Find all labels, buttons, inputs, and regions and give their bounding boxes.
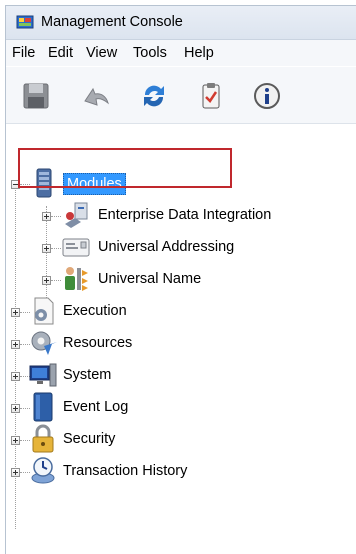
tree-node-resources[interactable]: Resources xyxy=(6,328,306,360)
tree-connector xyxy=(51,248,61,249)
app-window: Management Console File Edit View Tools … xyxy=(5,5,356,554)
tree-node-universal-name[interactable]: Universal Name xyxy=(6,264,346,296)
execution-icon xyxy=(34,297,54,325)
expand-icon[interactable] xyxy=(11,308,20,317)
expand-icon[interactable] xyxy=(11,436,20,445)
clipboard-icon[interactable] xyxy=(196,81,226,111)
info-icon[interactable] xyxy=(252,81,282,111)
navigation-tree: Modules Enterprise Data Integration Univ… xyxy=(6,124,356,554)
tree-connector xyxy=(51,216,61,217)
window-title: Management Console xyxy=(41,14,183,30)
tree-node-execution[interactable]: Execution xyxy=(6,296,306,328)
tree-node-transaction-history[interactable]: Transaction History xyxy=(6,456,306,488)
save-icon[interactable] xyxy=(21,81,51,111)
menu-view[interactable]: View xyxy=(86,45,117,61)
expand-icon[interactable] xyxy=(11,340,20,349)
tree-label-system[interactable]: System xyxy=(63,367,111,383)
tree-label-modules[interactable]: Modules xyxy=(63,173,126,195)
expand-icon[interactable] xyxy=(42,212,51,221)
tree-label-transaction-history[interactable]: Transaction History xyxy=(63,463,187,479)
expand-icon[interactable] xyxy=(42,244,51,253)
expand-icon[interactable] xyxy=(11,468,20,477)
tree-label-universal-addressing[interactable]: Universal Addressing xyxy=(98,239,234,255)
expand-icon[interactable] xyxy=(42,276,51,285)
tree-node-security[interactable]: Security xyxy=(6,424,306,456)
resources-icon xyxy=(31,331,57,355)
tree-label-universal-name[interactable]: Universal Name xyxy=(98,271,201,287)
collapse-icon[interactable] xyxy=(11,180,20,189)
undo-icon[interactable] xyxy=(81,81,111,111)
tree-label-execution[interactable]: Execution xyxy=(63,303,127,319)
tree-label-enterprise-data-integration[interactable]: Enterprise Data Integration xyxy=(98,207,271,223)
addressing-icon xyxy=(62,238,90,257)
menu-edit[interactable]: Edit xyxy=(48,45,73,61)
security-icon xyxy=(32,424,54,453)
menu-help[interactable]: Help xyxy=(184,45,214,61)
universal-name-icon xyxy=(65,267,88,291)
tree-node-system[interactable]: System xyxy=(6,360,306,392)
menu-tools[interactable]: Tools xyxy=(133,45,167,61)
menu-bar: File Edit View Tools Help xyxy=(6,40,356,66)
tree-node-enterprise-data-integration[interactable]: Enterprise Data Integration xyxy=(6,200,346,232)
tree-label-resources[interactable]: Resources xyxy=(63,335,132,351)
event-log-icon xyxy=(33,392,53,422)
tree-node-modules[interactable]: Modules xyxy=(6,168,306,200)
toolbar xyxy=(6,67,356,124)
tree-connector xyxy=(51,280,61,281)
server-icon xyxy=(36,168,52,198)
system-icon xyxy=(29,363,57,387)
expand-icon[interactable] xyxy=(11,404,20,413)
data-integration-icon xyxy=(65,202,88,228)
app-icon xyxy=(16,15,34,29)
transaction-history-icon xyxy=(31,457,55,484)
title-bar: Management Console xyxy=(6,6,356,40)
tree-node-event-log[interactable]: Event Log xyxy=(6,392,306,424)
refresh-icon[interactable] xyxy=(139,81,169,111)
tree-label-security[interactable]: Security xyxy=(63,431,115,447)
tree-node-universal-addressing[interactable]: Universal Addressing xyxy=(6,232,346,264)
menu-file[interactable]: File xyxy=(12,45,35,61)
expand-icon[interactable] xyxy=(11,372,20,381)
tree-label-event-log[interactable]: Event Log xyxy=(63,399,128,415)
